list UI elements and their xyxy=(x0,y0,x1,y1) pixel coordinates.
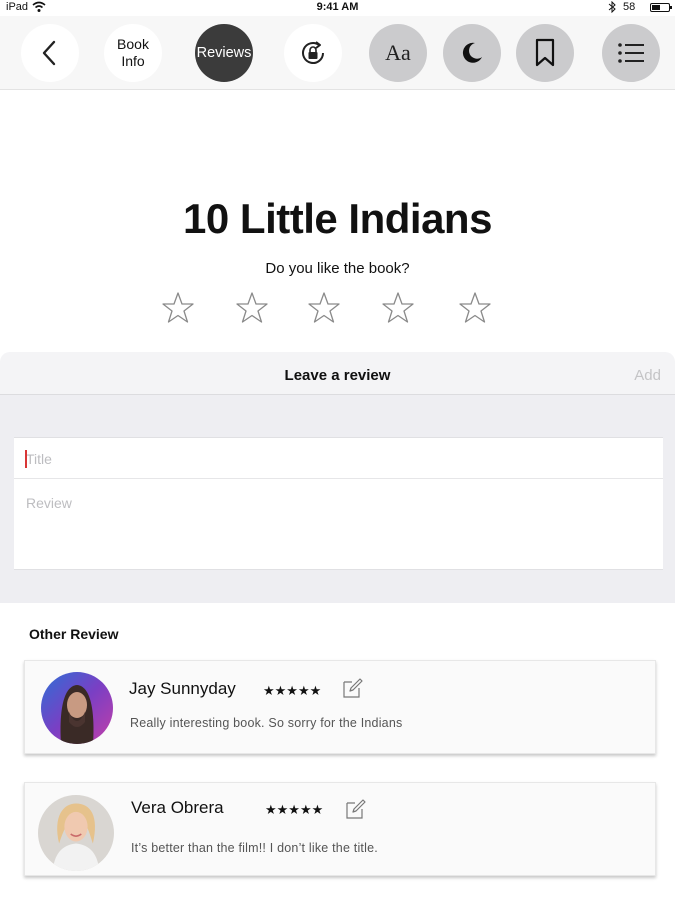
battery-icon xyxy=(650,3,672,12)
rating-star-2[interactable] xyxy=(235,291,269,325)
contents-button[interactable] xyxy=(602,24,660,82)
font-icon: Aa xyxy=(385,40,411,65)
book-title: 10 Little Indians xyxy=(183,195,492,242)
bluetooth-icon xyxy=(608,1,616,13)
text-caret xyxy=(25,450,27,468)
rotation-lock-button[interactable] xyxy=(284,24,342,82)
night-mode-button[interactable] xyxy=(443,24,501,82)
moon-icon xyxy=(462,42,482,63)
review-title-row xyxy=(14,438,663,479)
font-settings-button[interactable]: Aa xyxy=(369,24,427,82)
edit-icon[interactable] xyxy=(344,798,366,820)
review-body-input[interactable] xyxy=(26,494,646,512)
reviewer-name: Vera Obrera xyxy=(131,798,224,817)
clock: 9:41 AM xyxy=(316,1,359,13)
reviews-label: Reviews xyxy=(196,44,252,61)
review-card: Vera Obrera ★★★★★ It’s better than the f… xyxy=(24,782,656,876)
battery-percent: 58 xyxy=(623,1,636,13)
review-card: Jay Sunnyday ★★★★★ Really interesting bo… xyxy=(24,660,656,754)
avatar xyxy=(38,795,114,871)
review-text: Really interesting book. So sorry for th… xyxy=(130,716,403,730)
edit-icon[interactable] xyxy=(341,677,363,699)
book-info-label: Book Info xyxy=(117,36,149,70)
avatar xyxy=(41,672,113,744)
book-info-line1: Book xyxy=(117,36,149,52)
rating-stars xyxy=(0,291,675,325)
review-stars: ★★★★★ xyxy=(265,802,324,817)
book-info-line2: Info xyxy=(121,53,145,69)
review-form xyxy=(14,437,663,570)
reviews-button[interactable]: Reviews xyxy=(195,24,253,82)
reviewer-name: Jay Sunnyday xyxy=(129,679,236,698)
book-info-button[interactable]: Book Info xyxy=(104,24,162,82)
add-review-button[interactable]: Add xyxy=(634,367,661,384)
review-stars: ★★★★★ xyxy=(263,683,322,698)
rating-star-1[interactable] xyxy=(161,291,195,325)
status-bar: iPad 9:41 AM 58 xyxy=(0,0,675,16)
review-sheet-title: Leave a review xyxy=(284,367,391,384)
rating-star-3[interactable] xyxy=(307,291,341,325)
other-reviews-heading: Other Review xyxy=(29,626,119,642)
reader-toolbar: Book Info Reviews Aa xyxy=(0,16,675,90)
rotation-lock-icon xyxy=(302,41,324,64)
rating-star-4[interactable] xyxy=(381,291,415,325)
review-title-input[interactable] xyxy=(26,450,646,468)
rating-star-5[interactable] xyxy=(458,291,492,325)
chevron-left-icon xyxy=(42,40,56,66)
bookmark-button[interactable] xyxy=(516,24,574,82)
list-icon xyxy=(618,43,644,63)
bookmark-icon xyxy=(535,38,555,67)
review-text: It’s better than the film!! I don’t like… xyxy=(131,841,378,855)
back-button[interactable] xyxy=(21,24,79,82)
review-sheet-header: Leave a review Add xyxy=(0,352,675,395)
rating-prompt: Do you like the book? xyxy=(265,260,410,277)
